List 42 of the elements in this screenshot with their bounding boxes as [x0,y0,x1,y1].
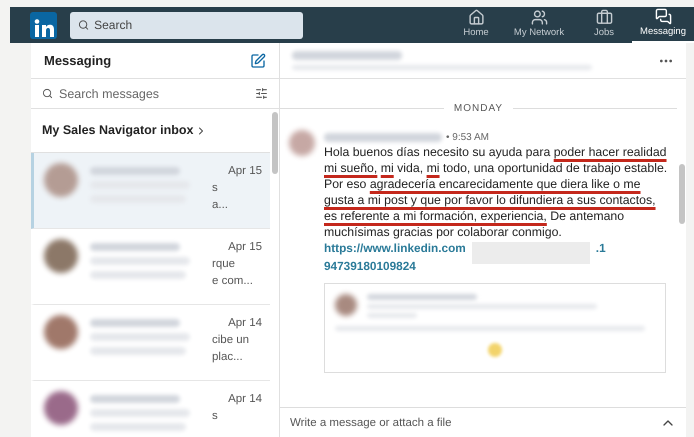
post-link[interactable]: 94739180109824 [324,259,416,273]
message-search-field[interactable]: Search messages [59,79,249,108]
search-icon [78,19,90,31]
scrollbar-thumb[interactable] [272,112,278,174]
avatar [44,163,78,197]
message-preview: s [212,409,218,424]
chat-icon [654,8,672,26]
day-divider-label: MONDAY [452,102,504,116]
message-text: Hola buenos días necesito su ayuda para poder hacer realidad mi sueño, mi vida, mi todo, una oportunidad de trabajo estable. Por eso agradecería encarecidamente que diera like o me gusta a mi post y que por favor lo difundiera a sus contactos, es referente a mi formación, experiencia, De antemano muchísimas gracias por colaborar conmigo. [324,144,668,240]
avatar [44,239,78,273]
sidebar-title: Messaging [44,52,112,70]
message-preview: a... [212,198,228,213]
scrollbar-thumb[interactable] [678,164,684,224]
message-composer[interactable]: Write a message or attach a file [290,408,660,437]
compose-icon[interactable] [250,52,266,68]
post-link[interactable]: https://www.linkedin.com [324,240,466,256]
avatar [44,315,78,349]
emoji-icon [488,343,502,357]
conversation-date: Apr 15 [228,240,262,255]
conversation-item[interactable]: Apr 15 s a... [31,153,270,229]
people-icon [530,9,548,26]
avatar [335,294,357,316]
message-preview: s [212,181,218,196]
message-preview: e com... [212,274,253,289]
post-link[interactable]: .1 [596,240,606,256]
conversation-date: Apr 14 [228,392,262,407]
briefcase-icon [596,9,612,26]
avatar [289,130,315,156]
search-icon [42,88,53,99]
conversation-date: Apr 14 [228,316,262,331]
nav-tab[interactable]: Jobs [576,7,632,43]
message-time: • 9:53 AM [446,130,489,144]
filter-icon[interactable] [255,87,268,100]
avatar [44,391,78,425]
home-icon [468,9,484,26]
message-preview: plac... [212,350,243,365]
nav-tab[interactable]: Home [450,7,502,43]
nav-tab[interactable]: My Network [502,7,576,43]
conversation-date: Apr 15 [228,164,262,179]
message-preview: cibe un [212,333,250,348]
logo-icon[interactable] [30,12,57,38]
message-preview: rque [212,257,236,272]
